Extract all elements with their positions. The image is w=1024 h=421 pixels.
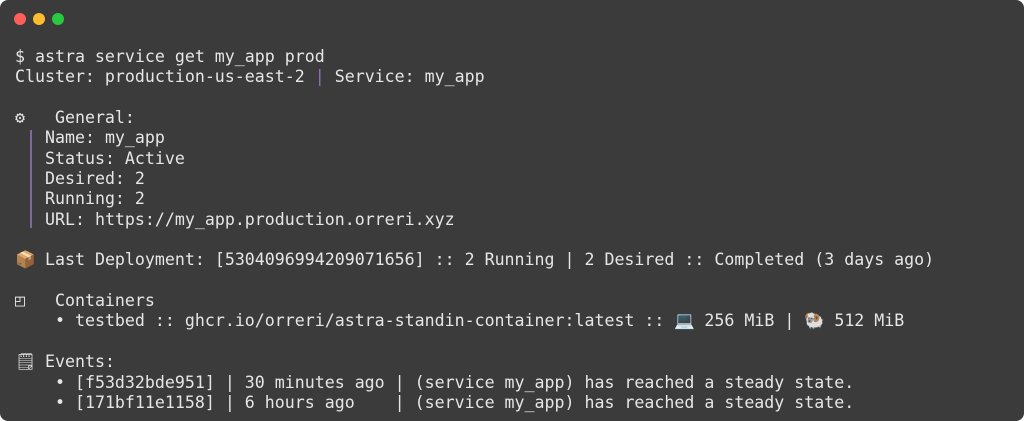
bullet: • bbox=[54, 311, 65, 331]
events-title: Events: bbox=[45, 352, 115, 372]
cluster-line: Cluster: production-us-east-2 | Service:… bbox=[15, 67, 934, 87]
package-icon: 📦 bbox=[15, 250, 36, 270]
general-divider bbox=[30, 130, 32, 229]
deployment-line: 📦 Last Deployment: [5304096994209071656]… bbox=[15, 250, 934, 270]
general-header: ⚙ General: bbox=[15, 108, 934, 128]
cpu-value: 256 MiB | bbox=[704, 311, 795, 331]
memory-value: 512 MiB bbox=[834, 311, 905, 331]
field-url: URL: https://my_app.production.orreri.xy… bbox=[45, 209, 455, 229]
events-header: 🗒 Events: bbox=[15, 352, 934, 372]
field-name: Name: my_app bbox=[45, 128, 165, 148]
close-button[interactable] bbox=[14, 13, 26, 25]
ram-icon: 🐏 bbox=[804, 311, 825, 331]
general-title: General: bbox=[54, 108, 135, 128]
general-fields: Name: my_app Status: Active Desired: 2 R… bbox=[15, 128, 934, 230]
bullet: • bbox=[54, 372, 65, 392]
container-text: testbed :: ghcr.io/orreri/astra-standin-… bbox=[74, 311, 665, 331]
cluster-label: Cluster: production-us-east-2 bbox=[15, 67, 305, 87]
deployment-text: Last Deployment: [5304096994209071656] :… bbox=[45, 250, 935, 270]
maximize-button[interactable] bbox=[52, 13, 64, 25]
service-label: Service: my_app bbox=[334, 67, 485, 87]
field-running: Running: 2 bbox=[45, 189, 145, 209]
event-item: • [171bf11e1158] | 6 hours ago | (servic… bbox=[15, 393, 934, 413]
window-controls bbox=[14, 13, 64, 25]
container-icon: ◰ bbox=[15, 291, 25, 311]
event-text: [f53d32bde951] | 30 minutes ago | (servi… bbox=[74, 372, 855, 392]
field-desired: Desired: 2 bbox=[45, 169, 145, 189]
terminal-window: $ astra service get my_app prod Cluster:… bbox=[0, 0, 1024, 421]
command-line: $ astra service get my_app prod bbox=[15, 47, 325, 66]
event-item: • [f53d32bde951] | 30 minutes ago | (ser… bbox=[15, 373, 934, 393]
laptop-icon: 💻 bbox=[674, 311, 696, 331]
event-text: [171bf11e1158] | 6 hours ago | (service … bbox=[74, 392, 855, 412]
container-item: • testbed :: ghcr.io/orreri/astra-standi… bbox=[15, 311, 934, 331]
bullet: • bbox=[54, 392, 65, 412]
field-status: Status: Active bbox=[45, 148, 185, 168]
containers-header: ◰ Containers bbox=[15, 291, 934, 311]
containers-title: Containers bbox=[54, 291, 155, 311]
minimize-button[interactable] bbox=[33, 13, 45, 25]
separator: | bbox=[314, 67, 325, 87]
gear-icon: ⚙ bbox=[15, 108, 25, 128]
notepad-icon: 🗒 bbox=[15, 352, 37, 372]
terminal-output: $ astra service get my_app prod Cluster:… bbox=[15, 47, 934, 413]
